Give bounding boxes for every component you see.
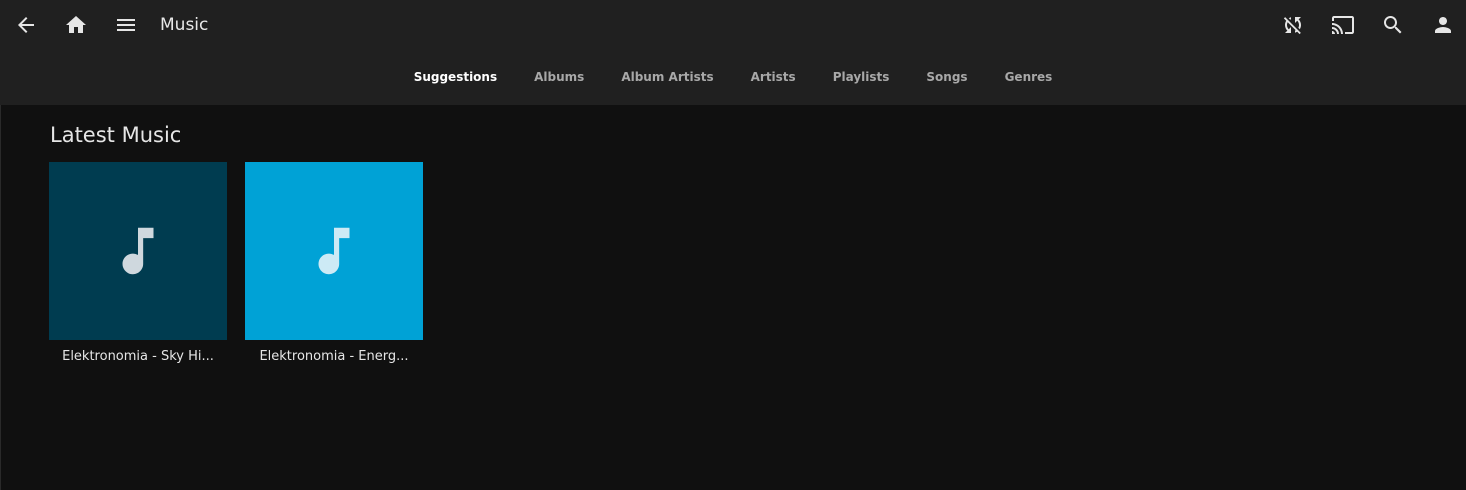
library-tabs: Suggestions Albums Album Artists Artists…	[0, 64, 1466, 90]
arrow-left-icon	[18, 17, 34, 33]
home-button[interactable]	[61, 11, 91, 39]
tab-album-artists[interactable]: Album Artists	[603, 64, 732, 90]
tab-albums[interactable]: Albums	[516, 64, 603, 90]
app-header: Music Suggestions Albums Album Artists A…	[0, 0, 1466, 105]
album-caption[interactable]: Elektronomia - Energ...	[245, 348, 423, 366]
tab-artists[interactable]: Artists	[732, 64, 814, 90]
album-art[interactable]	[245, 162, 423, 340]
section-title-latest-music[interactable]: Latest Music	[50, 121, 181, 149]
tab-songs[interactable]: Songs	[908, 64, 986, 90]
tab-suggestions[interactable]: Suggestions	[395, 64, 515, 90]
music-note-icon	[122, 227, 154, 275]
sync-button[interactable]	[1278, 11, 1308, 39]
menu-icon	[117, 19, 135, 31]
back-button[interactable]	[11, 11, 41, 39]
album-card[interactable]: Elektronomia - Energ...	[245, 162, 423, 366]
user-button[interactable]	[1428, 11, 1458, 39]
cast-icon	[1332, 16, 1354, 34]
sync-disabled-icon	[1283, 17, 1301, 35]
album-art[interactable]	[49, 162, 227, 340]
tab-genres[interactable]: Genres	[986, 64, 1071, 90]
menu-button[interactable]	[111, 11, 141, 39]
home-icon	[66, 16, 86, 33]
search-icon	[1384, 16, 1402, 34]
user-icon	[1435, 17, 1451, 33]
top-bar: Music	[0, 0, 1466, 50]
album-caption[interactable]: Elektronomia - Sky Hi...	[49, 348, 227, 366]
page-title: Music	[160, 15, 209, 35]
music-note-icon	[318, 227, 350, 275]
search-button[interactable]	[1378, 11, 1408, 39]
album-card[interactable]: Elektronomia - Sky Hi...	[49, 162, 227, 366]
cast-button[interactable]	[1328, 11, 1358, 39]
tab-playlists[interactable]: Playlists	[814, 64, 908, 90]
